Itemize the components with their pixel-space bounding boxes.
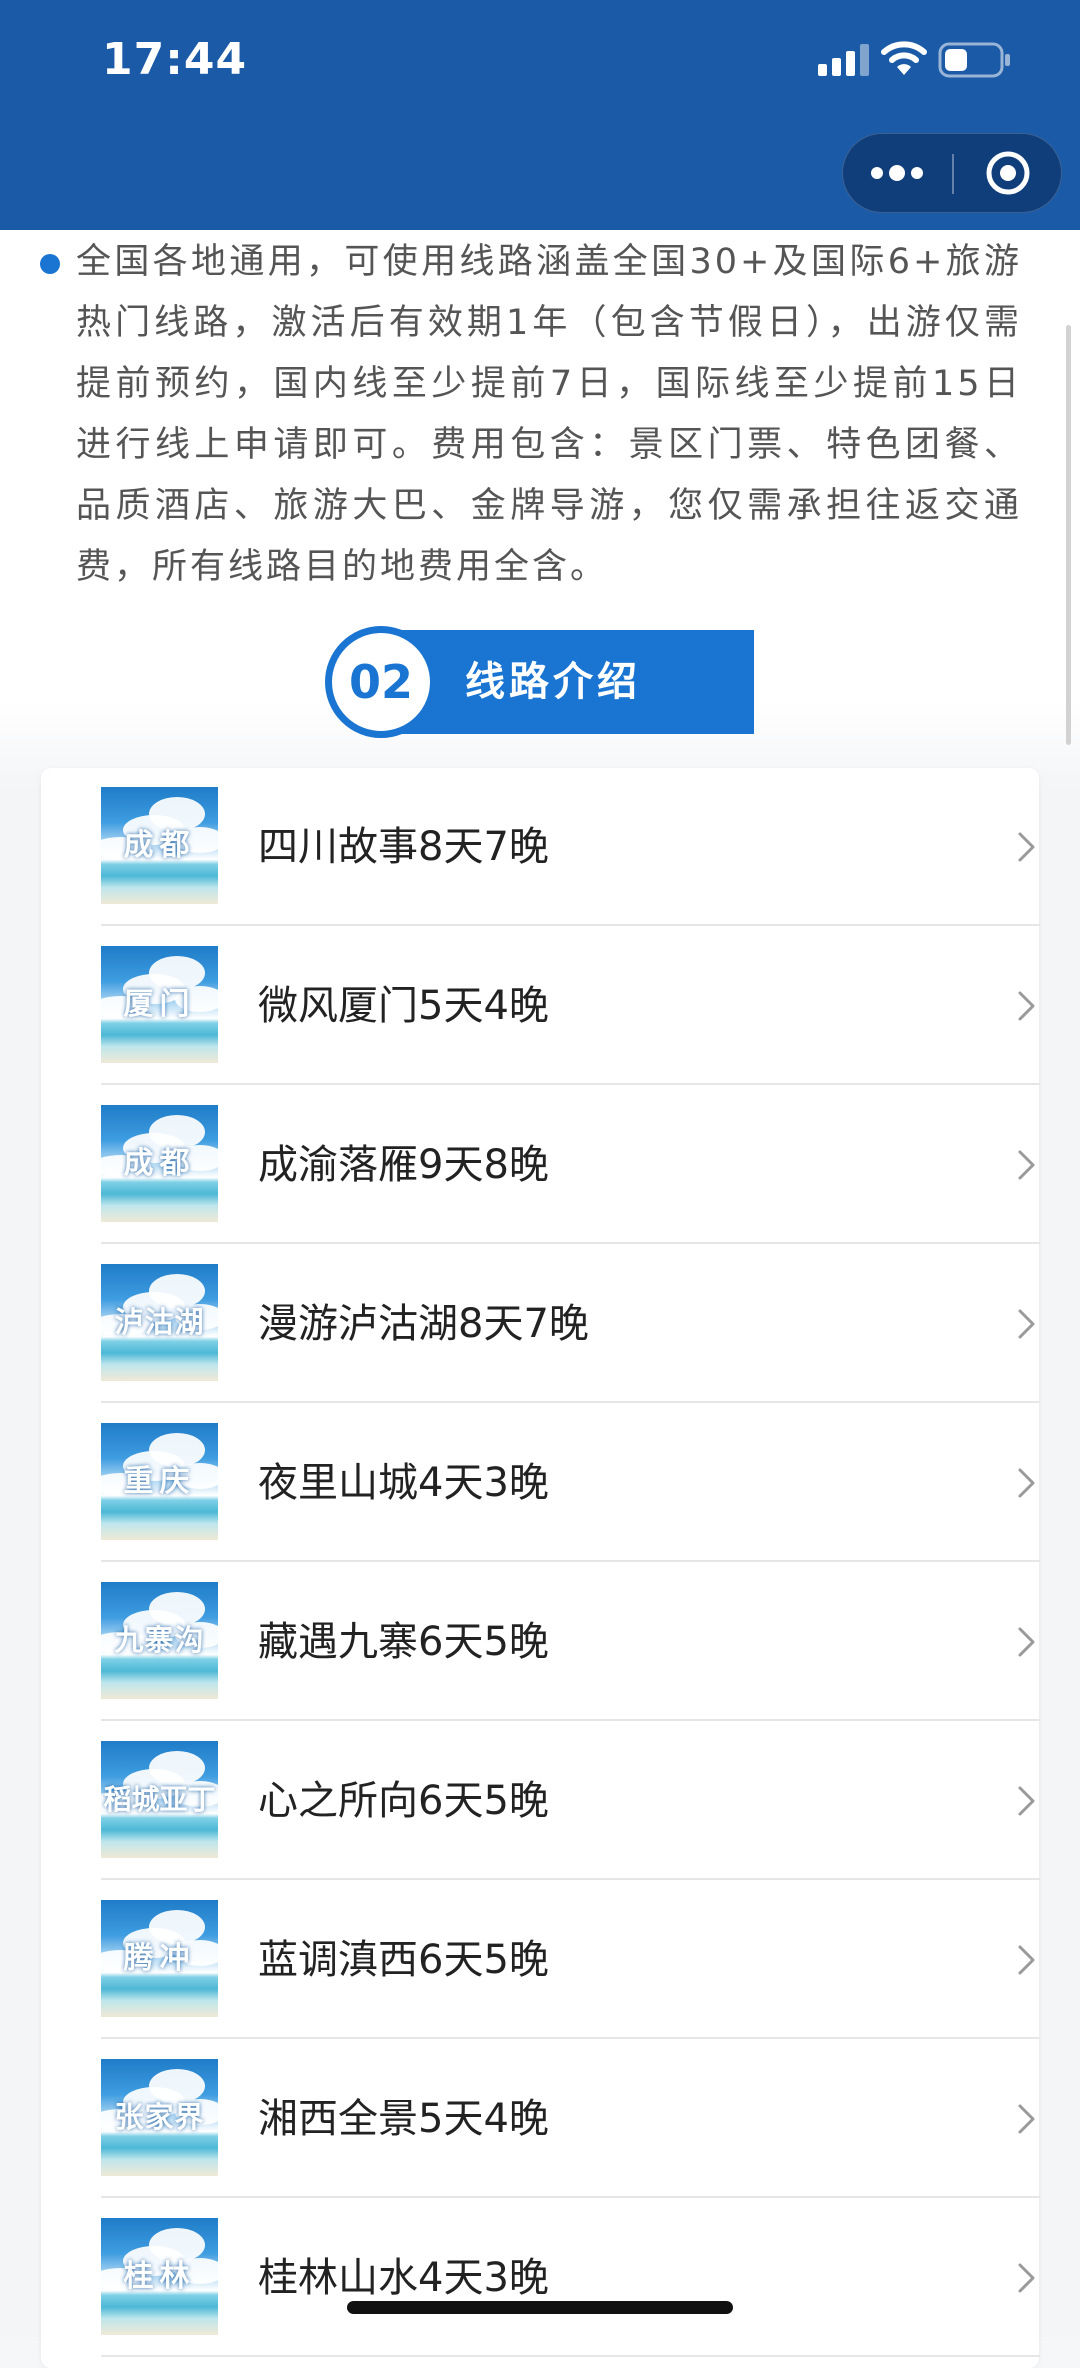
- thumbnail-label: 成都: [123, 1146, 196, 1181]
- chevron-right-icon: [1018, 2263, 1035, 2293]
- home-indicator: [347, 2301, 733, 2314]
- route-thumbnail: 泸沽湖: [101, 1264, 218, 1381]
- top-bar: 17:44: [0, 0, 1080, 230]
- thumbnail-label: 桂林: [123, 2259, 196, 2294]
- chevron-right-icon: [1018, 1309, 1035, 1339]
- route-thumbnail: 桂林: [101, 2218, 218, 2335]
- route-thumbnail: 九寨沟: [101, 1582, 218, 1699]
- scrollbar[interactable]: [1066, 325, 1071, 745]
- status-time: 17:44: [102, 34, 248, 85]
- thumbnail-label: 稻城亚丁: [103, 1783, 216, 1816]
- route-name: 桂林山水4天3晚: [258, 2255, 549, 2301]
- route-thumbnail: 厦门: [101, 946, 218, 1063]
- route-name: 心之所向6天5晚: [258, 1778, 549, 1824]
- route-name: 四川故事8天7晚: [258, 824, 549, 870]
- route-thumbnail: 稻城亚丁: [101, 1741, 218, 1858]
- chevron-right-icon: [1018, 832, 1035, 862]
- route-name: 漫游泸沽湖8天7晚: [258, 1301, 589, 1347]
- route-name: 成渝落雁9天8晚: [258, 1142, 549, 1188]
- thumbnail-label: 泸沽湖: [114, 1305, 205, 1339]
- target-close-icon[interactable]: [955, 134, 1061, 212]
- section-number-badge: 02: [325, 626, 437, 738]
- route-item[interactable]: 九寨沟 藏遇九寨6天5晚: [101, 1563, 1040, 1721]
- route-name: 藏遇九寨6天5晚: [258, 1619, 549, 1665]
- product-description: 全国各地通用，可使用线路涵盖全国30+及国际6+旅游热门线路，激活后有效期1年（…: [76, 242, 1022, 587]
- more-dots-icon[interactable]: [843, 134, 951, 212]
- chevron-right-icon: [1018, 1627, 1035, 1657]
- thumbnail-label: 腾冲: [123, 1941, 196, 1976]
- mini-program-capsule: [842, 133, 1062, 213]
- route-name: 湘西全景5天4晚: [258, 2096, 549, 2142]
- capsule-divider: [952, 154, 954, 194]
- chevron-right-icon: [1018, 2104, 1035, 2134]
- route-item[interactable]: 腾冲 蓝调滇西6天5晚: [101, 1881, 1040, 2039]
- route-item[interactable]: 成都 四川故事8天7晚: [101, 768, 1040, 926]
- battery-icon: [938, 42, 1010, 78]
- route-item[interactable]: 厦门 微风厦门5天4晚: [101, 927, 1040, 1085]
- chevron-right-icon: [1018, 1150, 1035, 1180]
- chevron-right-icon: [1018, 1468, 1035, 1498]
- thumbnail-label: 成都: [123, 828, 196, 863]
- cellular-signal-icon: [818, 44, 869, 76]
- route-item[interactable]: 张家界 湘西全景5天4晚: [101, 2040, 1040, 2198]
- bullet-dot: [40, 254, 60, 274]
- route-thumbnail: 张家界: [101, 2059, 218, 2176]
- chevron-right-icon: [1018, 1945, 1035, 1975]
- route-thumbnail: 成都: [101, 787, 218, 904]
- chevron-right-icon: [1018, 991, 1035, 1021]
- route-name: 微风厦门5天4晚: [258, 983, 549, 1029]
- route-name: 蓝调滇西6天5晚: [258, 1937, 549, 1983]
- route-item[interactable]: 桂林 桂林山水4天3晚: [101, 2199, 1040, 2357]
- route-item[interactable]: 重庆 夜里山城4天3晚: [101, 1404, 1040, 1562]
- route-item[interactable]: 成都 成渝落雁9天8晚: [101, 1086, 1040, 1244]
- route-list: 成都 四川故事8天7晚 厦门 微风厦门5天4晚 成都 成渝落雁9天8晚 泸沽湖 …: [41, 768, 1040, 2368]
- route-item[interactable]: 稻城亚丁 心之所向6天5晚: [101, 1722, 1040, 1880]
- route-thumbnail: 重庆: [101, 1423, 218, 1540]
- route-thumbnail: 腾冲: [101, 1900, 218, 2017]
- thumbnail-label: 重庆: [123, 1464, 196, 1499]
- thumbnail-label: 张家界: [114, 2100, 205, 2134]
- thumbnail-label: 九寨沟: [114, 1623, 205, 1657]
- section-title: 线路介绍: [465, 659, 641, 705]
- thumbnail-label: 厦门: [123, 987, 196, 1022]
- wifi-icon: [881, 41, 927, 75]
- route-item[interactable]: 泸沽湖 漫游泸沽湖8天7晚: [101, 1245, 1040, 1403]
- route-thumbnail: 成都: [101, 1105, 218, 1222]
- route-name: 夜里山城4天3晚: [258, 1460, 549, 1506]
- chevron-right-icon: [1018, 1786, 1035, 1816]
